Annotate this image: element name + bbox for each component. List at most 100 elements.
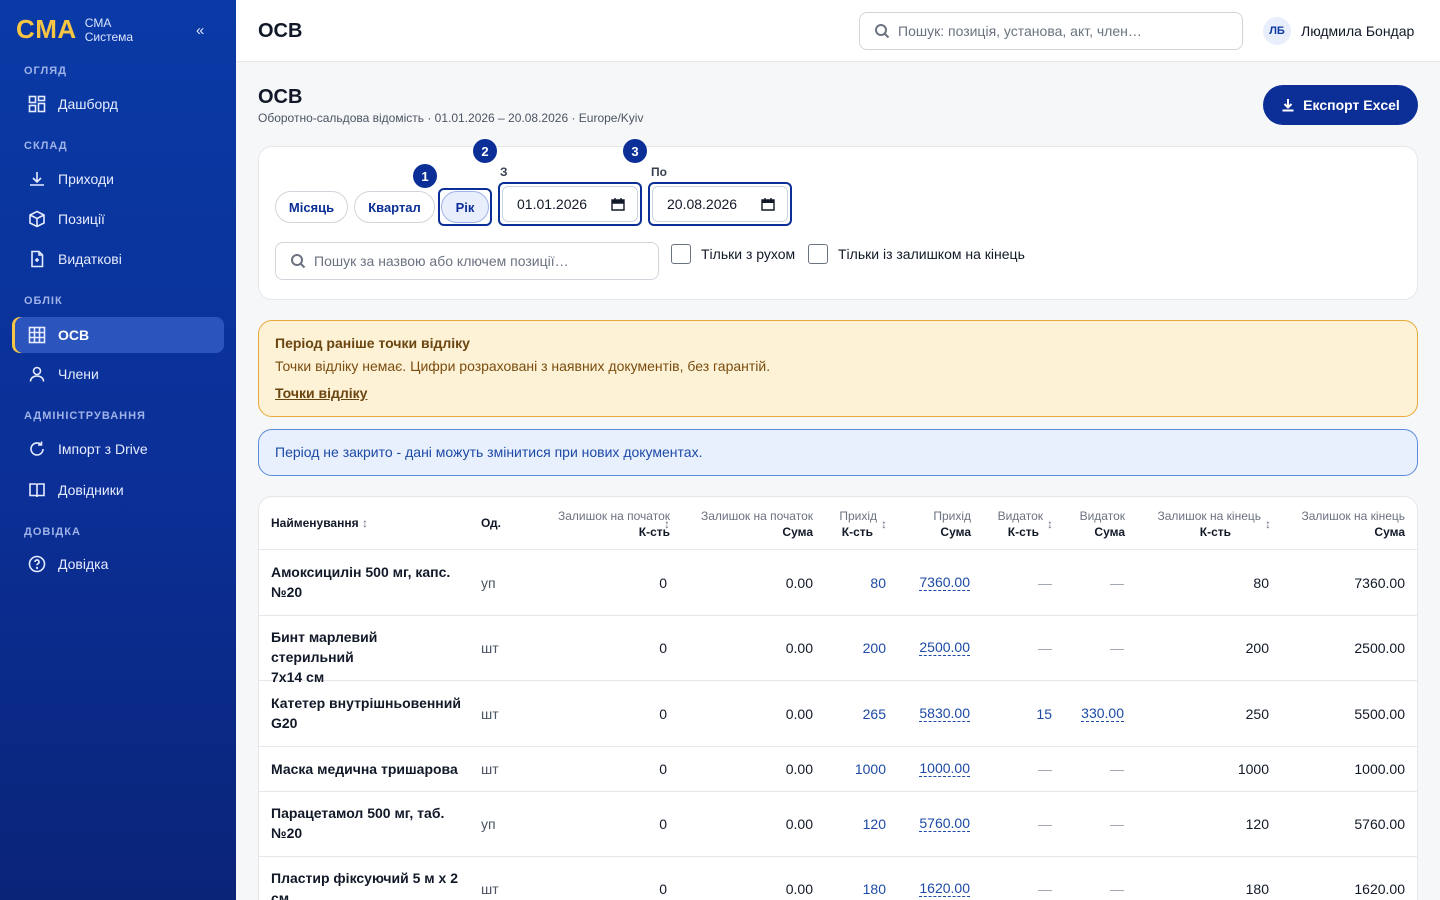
sidebar-item-expenses[interactable]: Видаткові	[12, 241, 224, 277]
user-icon	[29, 366, 45, 382]
close-qty-cell: 180	[1245, 880, 1269, 897]
col-header-in-qty[interactable]: Прихід К-сть ↕	[820, 508, 887, 540]
in-qty-cell[interactable]: 265	[863, 706, 886, 722]
period-month-button[interactable]: Місяць	[275, 191, 348, 223]
reference-points-link[interactable]: Точки відліку	[275, 385, 367, 401]
checkbox-box[interactable]	[671, 244, 691, 264]
in-sum-cell[interactable]: 5830.00	[919, 705, 970, 722]
col-header-unit: Од.	[481, 515, 501, 531]
out-sum-cell[interactable]: 330.00	[1081, 705, 1124, 722]
col-header-top: Залишок на кінець	[1301, 509, 1406, 523]
position-name: Амоксицилін 500 мг, капс. №20	[271, 562, 461, 602]
in-sum-cell[interactable]: 1000.00	[919, 760, 970, 777]
close-sum-cell: 5500.00	[1354, 705, 1405, 722]
in-sum-cell[interactable]: 7360.00	[919, 574, 970, 591]
col-header-in-sum: Прихід Сума	[900, 508, 971, 540]
in-qty-cell[interactable]: 120	[863, 816, 886, 832]
in-qty-cell[interactable]: 200	[863, 640, 886, 656]
col-header-open-qty[interactable]: Залишок на початок К-сть ↕	[532, 508, 670, 540]
open-qty-cell: 0	[659, 880, 667, 897]
unit-cell: шт	[481, 760, 499, 777]
col-header-bot: К-сть	[1007, 525, 1039, 539]
only-balance-checkbox[interactable]: Тільки із залишком на кінець	[808, 244, 1025, 264]
out-qty-cell[interactable]: 15	[1036, 706, 1052, 722]
out-sum-cell: —	[1110, 639, 1124, 656]
out-qty-cell: —	[1038, 574, 1052, 591]
open-qty-cell: 0	[659, 705, 667, 722]
col-header-out-qty[interactable]: Видаток К-сть ↕	[980, 508, 1053, 540]
position-search-input[interactable]: Пошук за назвою або ключем позиції…	[275, 242, 659, 280]
sidebar-item-directories[interactable]: Довідники	[12, 472, 224, 508]
col-header-name[interactable]: Найменування ↕	[271, 515, 368, 531]
sidebar-item-label: Видаткові	[58, 251, 122, 267]
sidebar-item-help[interactable]: Довідка	[12, 546, 224, 582]
close-sum-cell: 1620.00	[1354, 880, 1405, 897]
table-icon	[28, 326, 46, 344]
only-movement-checkbox[interactable]: Тільки з рухом	[671, 244, 795, 264]
sidebar-item-label: ОСВ	[58, 327, 90, 343]
help-icon	[28, 555, 46, 573]
col-header-bot: К-сть	[841, 525, 873, 539]
only-movement-label: Тільки з рухом	[701, 246, 796, 262]
step-badge-2: 2	[473, 139, 497, 163]
col-header-unit-label: Од.	[481, 516, 501, 530]
unit-cell: шт	[481, 639, 499, 656]
user-menu[interactable]: ЛБ Людмила Бондар	[1263, 17, 1414, 45]
sidebar-item-dashboard[interactable]: Дашборд	[12, 86, 224, 122]
in-qty-cell[interactable]: 80	[870, 575, 886, 591]
out-qty-cell: —	[1038, 760, 1052, 777]
calendar-icon[interactable]	[761, 197, 775, 211]
global-search-input[interactable]: Пошук: позиція, установа, акт, член…	[859, 12, 1243, 50]
user-name: Людмила Бондар	[1301, 23, 1415, 39]
out-sum-cell: —	[1110, 815, 1124, 832]
open-sum-cell: 0.00	[785, 705, 813, 722]
col-header-open-sum: Залишок на початок Сума	[680, 508, 813, 540]
period-quarter-button[interactable]: Квартал	[354, 191, 435, 223]
sidebar-item-positions[interactable]: Позиції	[12, 201, 224, 237]
sidebar-item-import-drive[interactable]: Імпорт з Drive	[12, 431, 224, 467]
col-header-bot: К-сть	[1199, 525, 1231, 539]
nav-section-accounting: ОБЛІК	[24, 295, 63, 307]
in-qty-cell[interactable]: 1000	[855, 761, 886, 777]
in-sum-cell[interactable]: 5760.00	[919, 815, 970, 832]
sidebar-item-members[interactable]: Члени	[12, 356, 224, 392]
in-qty-cell[interactable]: 180	[863, 881, 886, 897]
close-qty-cell: 80	[1253, 574, 1269, 591]
open-qty-cell: 0	[659, 574, 667, 591]
close-sum-cell: 5760.00	[1354, 815, 1405, 832]
refresh-icon	[30, 441, 44, 456]
col-header-close-sum: Залишок на кінець Сума	[1280, 508, 1406, 540]
page-title: ОСВ	[258, 86, 303, 108]
search-icon	[875, 24, 890, 39]
export-excel-button[interactable]: Експорт Excel	[1263, 85, 1418, 125]
period-year-button[interactable]: Рік	[441, 191, 489, 223]
topbar: ОСВ Пошук: позиція, установа, акт, член……	[236, 0, 1440, 62]
out-sum-cell: —	[1110, 880, 1124, 897]
col-header-top: Видаток	[1079, 509, 1125, 523]
open-qty-cell: 0	[659, 760, 667, 777]
sidebar-item-label: Дашборд	[58, 96, 118, 112]
close-sum-cell: 2500.00	[1354, 639, 1405, 656]
topbar-title: ОСВ	[258, 20, 303, 42]
in-sum-cell[interactable]: 2500.00	[919, 639, 970, 656]
open-sum-cell: 0.00	[785, 760, 813, 777]
sidebar-item-receipts[interactable]: Приходи	[12, 161, 224, 197]
position-name-line-1: Катетер внутрішньовенний	[271, 694, 461, 711]
row-divider	[258, 615, 1418, 616]
avatar: ЛБ	[1263, 17, 1291, 45]
sidebar-item-label: Позиції	[58, 211, 105, 227]
close-qty-cell: 250	[1245, 705, 1269, 722]
collapse-sidebar-button[interactable]: «	[196, 22, 204, 39]
checkbox-box[interactable]	[808, 244, 828, 264]
from-date-input[interactable]: 01.01.2026	[502, 186, 638, 222]
position-name: Бинт марлевий стерильний 7х14 см	[271, 627, 461, 687]
sidebar-item-osv[interactable]: ОСВ	[12, 317, 224, 353]
position-name: Катетер внутрішньовенний G20	[271, 693, 461, 733]
calendar-icon[interactable]	[611, 197, 625, 211]
col-header-close-qty[interactable]: Залишок на кінець К-сть ↕	[1135, 508, 1272, 540]
in-sum-cell[interactable]: 1620.00	[919, 880, 970, 897]
open-sum-cell: 0.00	[785, 880, 813, 897]
to-date-input[interactable]: 20.08.2026	[652, 186, 788, 222]
col-header-top: Прихід	[839, 509, 877, 523]
brand-subtitle: CMA Система	[85, 16, 133, 44]
